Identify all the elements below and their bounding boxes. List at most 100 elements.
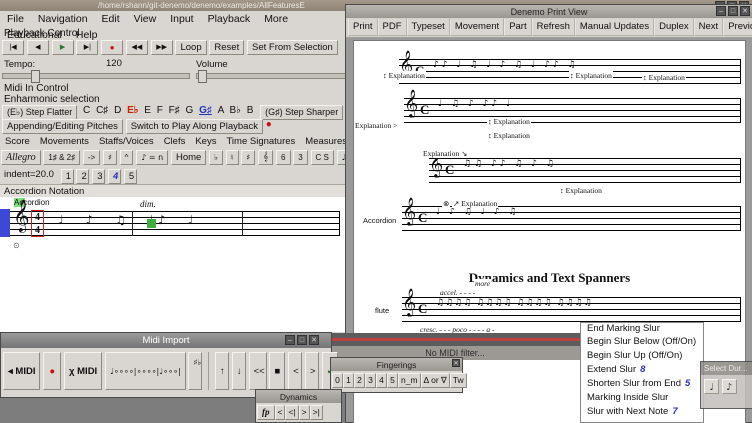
indent-4-button[interactable]: 4: [108, 169, 121, 184]
pdf-button[interactable]: PDF: [378, 18, 407, 36]
volume-slider[interactable]: [196, 73, 346, 79]
tempo-indication-button[interactable]: Allegro: [1, 150, 41, 165]
natural-button[interactable]: ♮: [226, 150, 239, 165]
record-button[interactable]: ●: [43, 352, 61, 390]
skip-to-start-button[interactable]: |◀: [2, 40, 24, 55]
rhythm-pattern-button[interactable]: ♩∘∘∘∘|∘∘∘∘|♩∘∘∘|: [105, 352, 186, 390]
dim-end-button[interactable]: >|: [310, 405, 323, 420]
delta-nabla-button[interactable]: Δ or ∇: [421, 373, 450, 388]
reset-button[interactable]: Reset: [209, 40, 244, 55]
cresc-end-button[interactable]: <|: [285, 405, 298, 420]
pitch-d-button[interactable]: D: [114, 105, 121, 116]
menu-movements[interactable]: Movements: [35, 135, 94, 149]
tw-button[interactable]: Tw: [450, 373, 467, 388]
accidentals-button[interactable]: ♯♭: [188, 352, 202, 390]
menu-measures[interactable]: Measures: [300, 135, 348, 149]
fingerings-titlebar[interactable]: Fingerings ✕: [331, 358, 462, 371]
appending-pitches-button[interactable]: Appending/Editing Pitches: [2, 119, 123, 134]
note-glyphs-2[interactable]: ♪ ♩: [158, 213, 202, 227]
slur-menu-item-extend[interactable]: Extend Slur8: [581, 362, 703, 376]
duration-note-button[interactable]: ♪: [722, 379, 737, 394]
pitch-a-button[interactable]: A: [218, 105, 224, 116]
indent-1-button[interactable]: 1: [61, 169, 74, 184]
tempo-slider[interactable]: [2, 73, 190, 79]
menu-edit[interactable]: Edit: [95, 11, 127, 27]
typeset-button[interactable]: Typeset: [407, 18, 450, 36]
up-button[interactable]: ↑: [215, 352, 229, 390]
print-button[interactable]: Print: [348, 18, 378, 36]
pitch-f-button[interactable]: F: [157, 105, 163, 116]
pitch-g-button[interactable]: G: [186, 105, 194, 116]
finger-3-button[interactable]: 3: [365, 373, 376, 388]
next-note-button[interactable]: >: [305, 352, 319, 390]
pitch-csharp-button[interactable]: C♯: [96, 105, 108, 116]
step-sharper-button[interactable]: (G♯) Step Sharper: [260, 105, 343, 120]
six-button[interactable]: 6: [276, 150, 290, 165]
three-button[interactable]: 3: [293, 150, 307, 165]
play-button[interactable]: ▶: [52, 40, 74, 55]
volume-slider-handle[interactable]: [198, 70, 207, 83]
stop-button[interactable]: ■: [269, 352, 285, 390]
duplex-button[interactable]: Duplex: [654, 18, 694, 36]
menu-clefs[interactable]: Clefs: [159, 135, 191, 149]
menu-file[interactable]: File: [0, 11, 31, 27]
play-along-button[interactable]: Switch to Play Along Playback: [126, 119, 263, 134]
part-button[interactable]: Part: [504, 18, 531, 36]
cresc-begin-button[interactable]: <: [275, 405, 286, 420]
menu-playback[interactable]: Playback: [201, 11, 258, 27]
minimize-icon[interactable]: –: [716, 6, 726, 16]
menu-time-signatures[interactable]: Time Signatures: [221, 135, 300, 149]
manual-updates-button[interactable]: Manual Updates: [575, 18, 654, 36]
duration-note-button[interactable]: ♩: [704, 379, 719, 394]
finger-1-button[interactable]: 1: [343, 373, 354, 388]
pitch-fsharp-button[interactable]: F♯: [169, 105, 180, 116]
maximize-icon[interactable]: □: [297, 335, 307, 345]
menu-view[interactable]: View: [127, 11, 164, 27]
minimize-icon[interactable]: –: [285, 335, 295, 345]
sharp-button[interactable]: ♯: [103, 150, 117, 165]
sharp2-button[interactable]: ♯: [241, 150, 255, 165]
select-duration-titlebar[interactable]: Select Dur...: [701, 362, 752, 375]
slur-menu-item-next-note[interactable]: Slur with Next Note7: [581, 404, 703, 418]
score-canvas[interactable]: Accordion dim. 𝄞 4 4 ♩ ♪ ♫ ♩ ♪ ♩ ⊙: [0, 197, 347, 332]
pitch-eflat-button[interactable]: E♭: [127, 105, 138, 116]
seek-back-button[interactable]: ◀◀: [126, 40, 148, 55]
home-button[interactable]: Home: [171, 150, 206, 165]
pitch-gsharp-button[interactable]: G♯: [199, 105, 212, 116]
pitch-b-button[interactable]: B: [247, 105, 254, 116]
menu-score[interactable]: Score: [0, 135, 35, 149]
midi-in-button[interactable]: ◂ MIDI: [3, 352, 40, 390]
close-icon[interactable]: ✕: [309, 335, 319, 345]
snippet1-button[interactable]: 1♯ & 2♯: [43, 150, 80, 165]
finger-4-button[interactable]: 4: [376, 373, 387, 388]
menu-more[interactable]: More: [257, 11, 295, 27]
down-button[interactable]: ↓: [232, 352, 246, 390]
slur-menu-item-begin-up[interactable]: Begin Slur Up (Off/On): [581, 348, 703, 362]
dynamics-titlebar[interactable]: Dynamics: [256, 390, 341, 403]
movement-button[interactable]: Movement: [450, 18, 504, 36]
slur-menu-item-begin-below[interactable]: Begin Slur Below (Off/On): [581, 334, 703, 348]
menu-input[interactable]: Input: [163, 11, 200, 27]
step-forward-button[interactable]: ▶|: [76, 40, 98, 55]
loop-button[interactable]: Loop: [175, 40, 206, 55]
step-flatter-button[interactable]: (E♭) Step Flatter: [2, 105, 77, 120]
print-view-titlebar[interactable]: Denemo Print View – □ ✕: [346, 5, 752, 18]
pitch-c-button[interactable]: C: [83, 105, 90, 116]
close-icon[interactable]: ✕: [452, 359, 460, 367]
pitch-e-button[interactable]: E: [144, 105, 151, 116]
slur-menu-item-end-marking[interactable]: End Marking Slur: [581, 323, 703, 334]
previous-button[interactable]: Previous: [723, 18, 752, 36]
menu-navigation[interactable]: Navigation: [31, 11, 95, 27]
step-back-button[interactable]: ◀: [27, 40, 49, 55]
menu-staffs-voices[interactable]: Staffs/Voices: [94, 135, 159, 149]
midi-import-titlebar[interactable]: Midi Import – □ ✕: [1, 333, 331, 348]
maximize-icon[interactable]: □: [728, 6, 738, 16]
rewind-button[interactable]: <<: [249, 352, 267, 390]
time-signature[interactable]: 4 4: [31, 210, 44, 237]
seek-forward-button[interactable]: ▶▶: [151, 40, 173, 55]
tempo-slider-handle[interactable]: [31, 70, 40, 83]
treble-clef-icon[interactable]: 𝄞: [13, 202, 30, 230]
indent-2-button[interactable]: 2: [76, 169, 89, 184]
finger-5-button[interactable]: 5: [387, 373, 398, 388]
snippet2-button[interactable]: ->: [83, 150, 100, 165]
